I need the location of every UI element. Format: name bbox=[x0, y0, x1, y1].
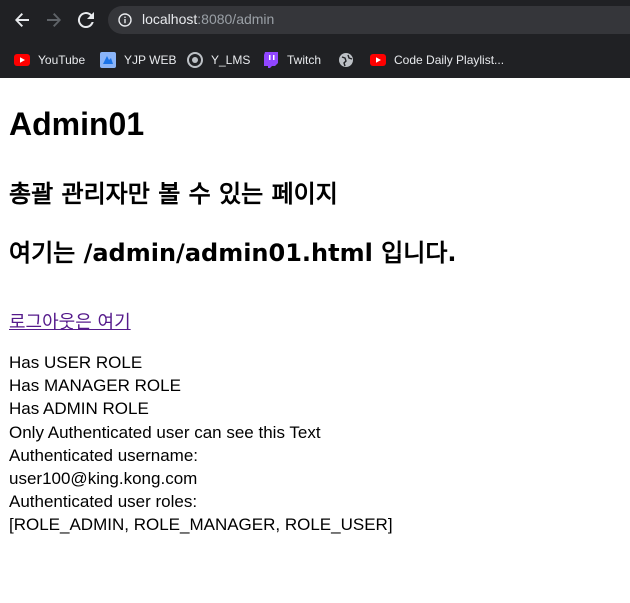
twitch-icon bbox=[263, 52, 279, 68]
yjp-icon bbox=[100, 52, 116, 68]
username-value: user100@king.kong.com bbox=[9, 469, 198, 489]
url-host: localhost bbox=[142, 11, 198, 27]
username-label: Authenticated username: bbox=[9, 445, 199, 465]
arrow-right-icon bbox=[47, 13, 61, 27]
globe-icon bbox=[338, 52, 354, 68]
logout-link[interactable]: 로그아웃은 여기 bbox=[9, 308, 131, 334]
browser-toolbar: localhost:8080/admin bbox=[0, 0, 630, 40]
manager-role-line: Has MANAGER ROLE bbox=[9, 376, 181, 396]
auth-info: Has USER ROLE Has MANAGER ROLE Has ADMIN… bbox=[9, 351, 393, 537]
page-subtitle: 총괄 관리자만 볼 수 있는 페이지 bbox=[9, 180, 338, 208]
bookmark-yjp-web[interactable]: YJP WEB bbox=[100, 51, 176, 69]
address-bar[interactable]: localhost:8080/admin bbox=[108, 6, 630, 34]
bookmark-label: Twitch bbox=[287, 53, 322, 67]
reload-icon bbox=[77, 12, 94, 29]
bookmark-label: Y_LMS bbox=[211, 53, 251, 67]
url-path: :8080/admin bbox=[197, 11, 275, 27]
back-button[interactable] bbox=[10, 8, 34, 32]
roles-label: Authenticated user roles: bbox=[9, 492, 198, 512]
info-icon[interactable] bbox=[118, 13, 132, 27]
bookmark-globe[interactable] bbox=[338, 51, 362, 69]
bookmarks-bar: YouTube YJP WEB Y_LMS Twitch Code Daily … bbox=[0, 40, 630, 78]
bookmark-label: YouTube bbox=[38, 53, 86, 67]
reload-button[interactable] bbox=[74, 8, 98, 32]
bookmark-twitch[interactable]: Twitch bbox=[263, 51, 321, 69]
bookmark-label: Code Daily Playlist... bbox=[394, 53, 505, 67]
arrow-left-icon bbox=[15, 13, 29, 27]
youtube-icon bbox=[14, 52, 30, 68]
roles-value: [ROLE_ADMIN, ROLE_MANAGER, ROLE_USER] bbox=[9, 515, 393, 535]
user-role-line: Has USER ROLE bbox=[9, 353, 143, 372]
bookmark-label: YJP WEB bbox=[124, 53, 177, 67]
browser-chrome: localhost:8080/admin YouTube YJP WEB Y_L… bbox=[0, 0, 630, 78]
youtube-icon bbox=[370, 52, 386, 68]
authenticated-text-line: Only Authenticated user can see this Tex… bbox=[9, 422, 321, 442]
page-title: Admin01 bbox=[9, 106, 145, 142]
admin-role-line: Has ADMIN ROLE bbox=[9, 399, 149, 419]
bookmark-youtube[interactable]: YouTube bbox=[14, 51, 85, 69]
lms-icon bbox=[187, 52, 203, 68]
forward-button[interactable] bbox=[42, 8, 66, 32]
url-text[interactable]: localhost:8080/admin bbox=[142, 11, 274, 27]
page-path-heading: 여기는 /admin/admin01.html 입니다. bbox=[9, 239, 457, 267]
bookmark-y-lms[interactable]: Y_LMS bbox=[187, 51, 250, 69]
bookmark-code-daily-playlist[interactable]: Code Daily Playlist... bbox=[370, 51, 504, 69]
